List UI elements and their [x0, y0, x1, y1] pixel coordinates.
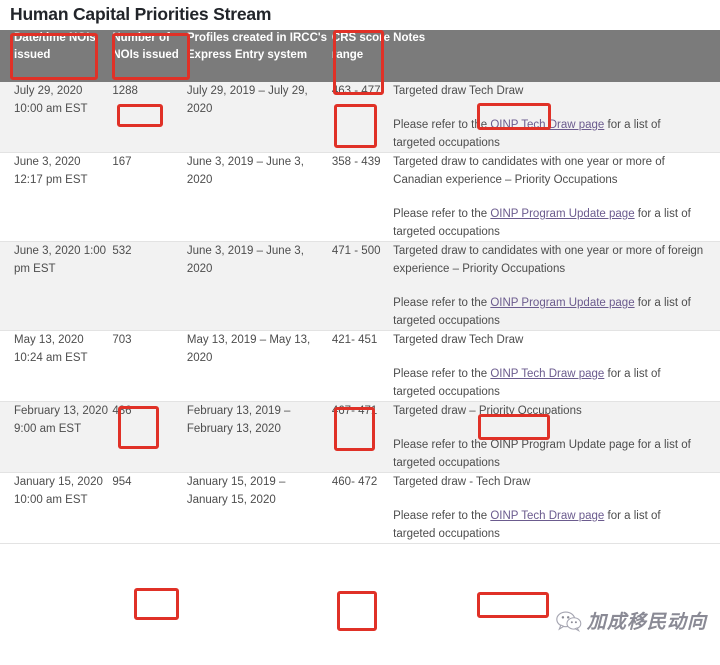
cell-date: June 3, 2020 12:17 pm EST — [14, 156, 88, 186]
note-main-lead: Targeted draw — [393, 334, 470, 346]
table-row: June 3, 2020 12:17 pm EST 167 June 3, 2019… — [0, 152, 720, 242]
cell-notes: Targeted draw Tech Draw Please refer to t… — [393, 82, 720, 153]
column-header-profiles: Profiles created in IRCC's Express Entry… — [186, 32, 328, 61]
note-sub-lead: Please refer to the — [393, 439, 491, 451]
note-main-text: Targeted draw Tech Draw — [393, 82, 704, 100]
note-reference-link[interactable]: OINP Tech Draw page — [490, 510, 604, 522]
note-main-text: Targeted draw to candidates with one yea… — [393, 153, 704, 189]
cell-date: January 15, 2020 10:00 am EST — [14, 476, 103, 506]
column-header-notes: Notes — [393, 32, 426, 44]
table-row: February 13, 2020 9:00 am EST 486 February… — [0, 401, 720, 473]
cell-crs-range: 460- 472 — [331, 476, 378, 488]
cell-date: July 29, 2020 10:00 am EST — [14, 85, 88, 115]
cell-date: May 13, 2020 10:24 am EST — [14, 334, 88, 364]
cell-crs-range: 467- 471 — [331, 405, 378, 417]
column-header-number: Number of NOIs issued — [112, 32, 179, 61]
note-main-lead: Targeted draw to candidates with one yea… — [393, 245, 704, 275]
note-reference-link: OINP Program Update page — [490, 439, 635, 451]
note-sub-text: Please refer to the OINP Program Update … — [393, 436, 704, 472]
page-title: Human Capital Priorities Stream — [10, 4, 272, 24]
cell-number: 954 — [112, 476, 132, 488]
table-row: January 15, 2020 10:00 am EST 954 January … — [0, 472, 720, 544]
note-main-text: Targeted draw – Priority Occupations — [393, 402, 704, 420]
note-sub-lead: Please refer to the — [393, 368, 491, 380]
note-main-lead: Targeted draw — [393, 85, 470, 97]
table-body: July 29, 2020 10:00 am EST 1288 July 29, 2… — [0, 82, 720, 544]
cell-profiles: February 13, 2019 – February 13, 2020 — [186, 405, 291, 435]
cell-profiles: June 3, 2019 – June 3, 2020 — [186, 156, 304, 186]
cell-notes: Targeted draw Tech Draw Please refer to t… — [393, 331, 720, 402]
note-sub-text: Please refer to the OINP Program Update … — [393, 205, 704, 241]
note-main-highlight: Tech Draw — [469, 334, 524, 346]
annotation-row6-number — [134, 588, 179, 620]
note-sub-lead: Please refer to the — [393, 119, 491, 131]
note-reference-link[interactable]: OINP Program Update page — [490, 208, 634, 220]
cell-crs-range: 471 - 500 — [331, 245, 381, 257]
cell-number: 1288 — [112, 85, 138, 97]
note-main-lead: Targeted draw – Priority Occupations — [393, 405, 582, 417]
cell-crs-range: 463 - 477 — [331, 85, 381, 97]
cell-profiles: May 13, 2019 – May 13, 2020 — [186, 334, 311, 364]
cell-number: 532 — [112, 245, 132, 257]
note-sub-text: Please refer to the OINP Program Update … — [393, 294, 704, 330]
cell-profiles: January 15, 2019 – January 15, 2020 — [186, 476, 286, 506]
note-main-highlight: Tech Draw — [476, 476, 531, 488]
cell-date: June 3, 2020 1:00 pm EST — [14, 245, 107, 275]
cell-crs-range: 358 - 439 — [331, 156, 381, 168]
note-main-lead: Targeted draw to candidates with one yea… — [393, 156, 665, 186]
column-header-crs: CRS score range — [331, 32, 391, 61]
note-reference-link[interactable]: OINP Tech Draw page — [490, 368, 604, 380]
cell-number: 167 — [112, 156, 132, 168]
watermark: 加成移民动向 — [556, 607, 707, 634]
table-row: July 29, 2020 10:00 am EST 1288 July 29, 2… — [0, 82, 720, 153]
note-main-highlight: Tech Draw — [469, 85, 524, 97]
note-sub-text: Please refer to the OINP Tech Draw page … — [393, 507, 704, 543]
note-main-lead: Targeted draw - — [393, 476, 477, 488]
noi-draw-table: Date/time NOIs issued Number of NOIs iss… — [0, 30, 720, 544]
watermark-text: 加成移民动向 — [587, 611, 708, 633]
table-header: Date/time NOIs issued Number of NOIs iss… — [0, 30, 720, 82]
cell-crs-range: 421- 451 — [331, 334, 378, 346]
note-main-text: Targeted draw Tech Draw — [393, 331, 704, 349]
cell-profiles: July 29, 2019 – July 29, 2020 — [186, 85, 308, 115]
note-reference-link[interactable]: OINP Tech Draw page — [490, 119, 604, 131]
cell-number: 703 — [112, 334, 132, 346]
note-main-text: Targeted draw to candidates with one yea… — [393, 242, 704, 278]
cell-notes: Targeted draw to candidates with one yea… — [393, 242, 720, 331]
annotation-row6-techdraw — [477, 592, 549, 618]
cell-profiles: June 3, 2019 – June 3, 2020 — [186, 245, 304, 275]
table-header-row: Date/time NOIs issued Number of NOIs iss… — [0, 30, 720, 82]
note-sub-lead: Please refer to the — [393, 297, 491, 309]
cell-date: February 13, 2020 9:00 am EST — [14, 405, 108, 435]
column-header-date: Date/time NOIs issued — [14, 32, 96, 61]
note-sub-text: Please refer to the OINP Tech Draw page … — [393, 365, 704, 401]
note-sub-lead: Please refer to the — [393, 510, 491, 522]
cell-number: 486 — [112, 405, 132, 417]
wechat-icon — [556, 610, 582, 632]
cell-notes: Targeted draw to candidates with one yea… — [393, 153, 720, 242]
note-sub-text: Please refer to the OINP Tech Draw page … — [393, 116, 704, 152]
note-reference-link[interactable]: OINP Program Update page — [490, 297, 634, 309]
table-row: June 3, 2020 1:00 pm EST 532 June 3, 2019 … — [0, 241, 720, 331]
note-sub-lead: Please refer to the — [393, 208, 491, 220]
annotation-row6-crs — [337, 591, 377, 631]
table-row: May 13, 2020 10:24 am EST 703 May 13, 2019… — [0, 330, 720, 402]
note-main-text: Targeted draw - Tech Draw — [393, 473, 704, 491]
cell-notes: Targeted draw - Tech Draw Please refer to… — [393, 473, 720, 544]
cell-notes: Targeted draw – Priority Occupations Plea… — [393, 402, 720, 473]
